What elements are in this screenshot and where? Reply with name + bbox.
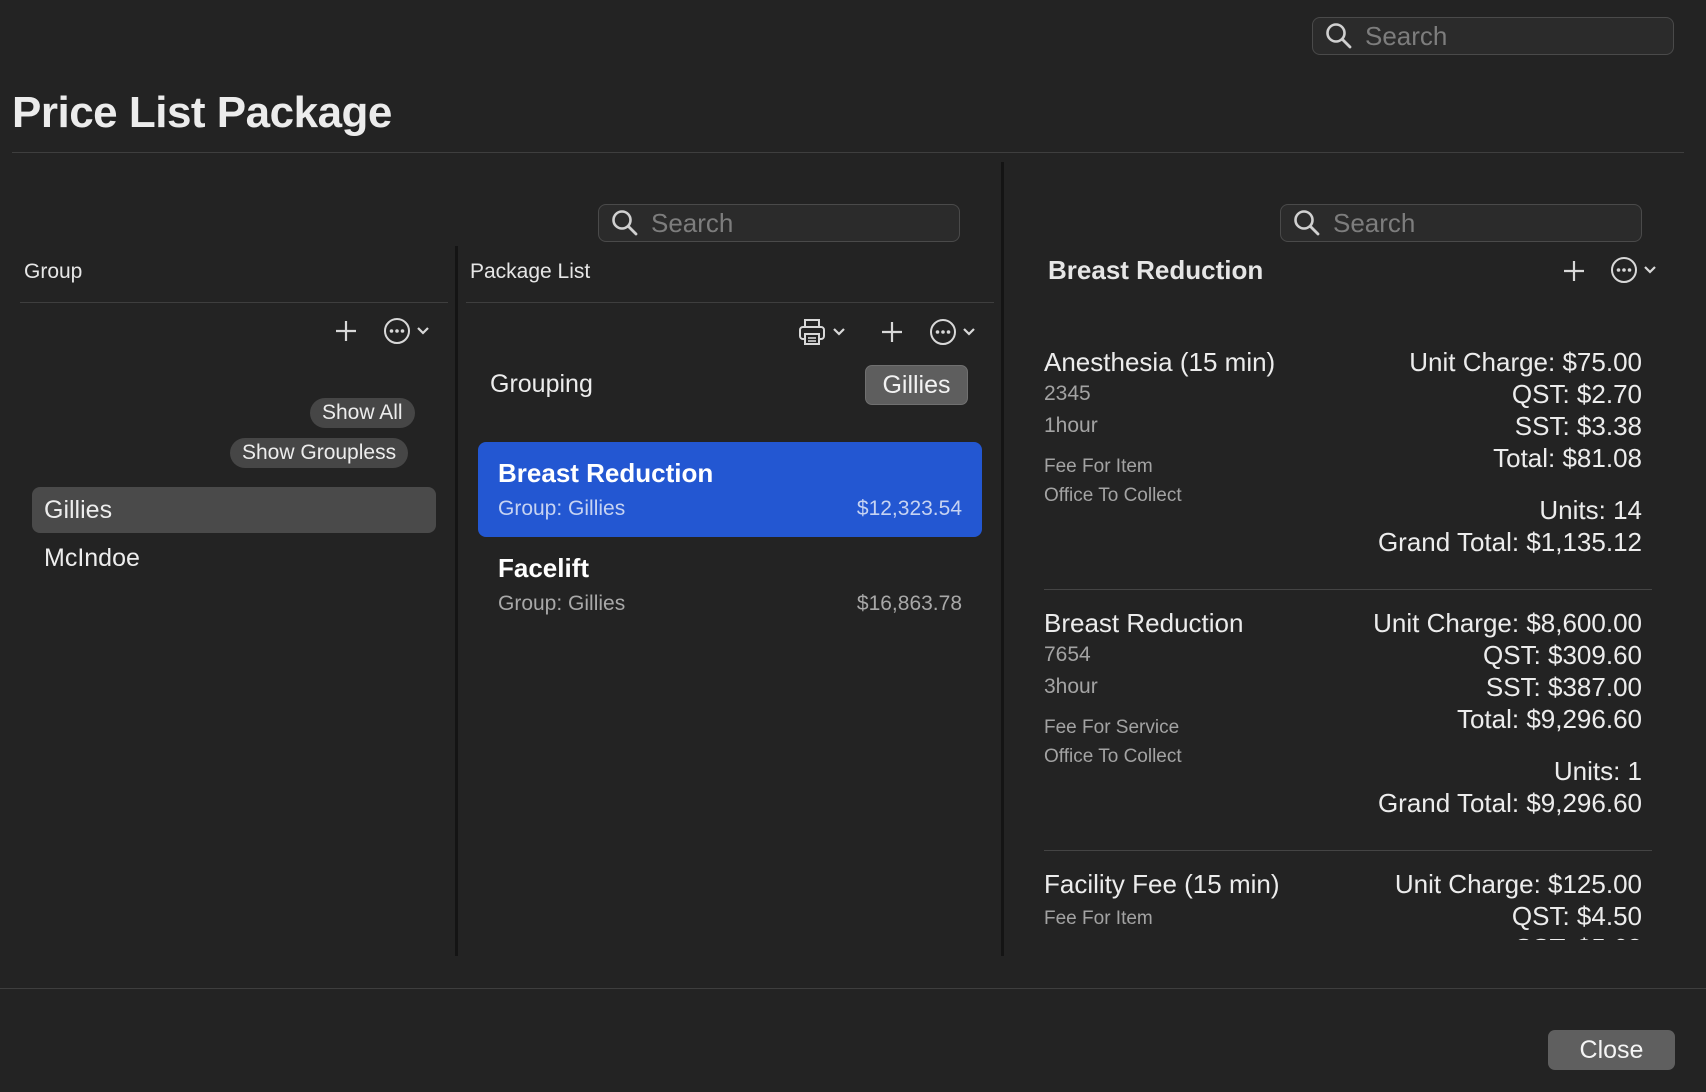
package-card-facelift[interactable]: Facelift Group: Gillies $16,863.78 [478,537,982,632]
printer-icon [799,319,825,345]
print-menu-button[interactable] [797,317,847,347]
item-sst: SST: $3.38 [1514,411,1642,441]
package-card-breast-reduction[interactable]: Breast Reduction Group: Gillies $12,323.… [478,442,982,537]
group-item-gillies[interactable]: Gillies [32,487,436,533]
package-item: Anesthesia (15 min) 2345 1hour Fee For I… [1044,346,1652,576]
show-all-button[interactable]: Show All [310,398,415,428]
item-unit-charge: Unit Charge: $75.00 [1409,347,1642,377]
item-grand-total: Grand Total: $9,296.60 [1377,788,1642,818]
item-total: Total: $81.08 [1493,443,1642,473]
package-more-menu-button[interactable] [929,318,977,346]
item-qst: QST: $2.70 [1511,379,1642,409]
detail-search-field[interactable] [1280,204,1642,242]
item-qst: QST: $4.50 [1511,901,1642,931]
group-column-separator [455,246,458,956]
close-button[interactable]: Close [1548,1030,1675,1070]
item-duration: 3hour [1044,675,1098,698]
group-more-menu-button[interactable] [383,317,431,345]
chevron-down-icon [1644,266,1656,274]
top-search-field[interactable] [1312,17,1674,55]
item-divider [1044,589,1652,590]
chevron-down-icon [417,327,429,335]
item-unit-charge: Unit Charge: $8,600.00 [1373,608,1642,638]
package-group: Group: Gillies [498,497,626,520]
item-fee-type: Fee For Item [1044,908,1153,929]
top-search-input[interactable] [1363,19,1655,53]
package-search-input[interactable] [649,206,941,240]
item-units: Units: 14 [1539,495,1642,525]
group-item-mcindoe[interactable]: McIndoe [32,535,436,581]
package-item: Breast Reduction 7654 3hour Fee For Serv… [1044,607,1652,837]
plus-icon [1564,261,1584,281]
add-package-button[interactable] [880,320,904,344]
item-collector: Office To Collect [1044,485,1182,506]
package-search-field[interactable] [598,204,960,242]
grouping-value-button[interactable]: Gillies [865,365,968,405]
detail-column-separator [1001,162,1004,956]
item-duration: 1hour [1044,414,1098,437]
item-total: Total: $9,296.60 [1456,704,1642,734]
item-code: 7654 [1044,643,1091,666]
plus-icon [882,322,902,342]
detail-more-menu-button[interactable] [1610,256,1658,284]
group-column-header: Group [24,260,83,283]
title-divider [12,152,1684,153]
grouping-label: Grouping [490,370,593,398]
package-name: Breast Reduction [498,458,714,488]
item-sst: SST: $387.00 [1485,672,1642,702]
ellipsis-circle-icon [1611,257,1637,283]
item-fee-type: Fee For Service [1044,717,1180,738]
show-groupless-button[interactable]: Show Groupless [230,438,409,468]
add-item-button[interactable] [1562,259,1586,283]
group-header-divider [20,302,448,303]
item-collector: Office To Collect [1044,746,1182,767]
ellipsis-circle-icon [930,319,956,345]
page-title: Price List Package [12,88,392,137]
item-qst: QST: $309.60 [1483,640,1642,670]
package-price: $12,323.54 [856,497,962,520]
detail-title: Breast Reduction [1048,255,1264,285]
package-group: Group: Gillies [498,592,626,615]
package-header-divider [466,302,994,303]
search-icon [1326,23,1352,49]
item-name: Breast Reduction [1044,608,1244,638]
search-icon [612,210,638,236]
chevron-down-icon [963,328,975,336]
add-group-button[interactable] [334,319,358,343]
detail-search-input[interactable] [1331,206,1623,240]
item-sst: SST: $5.63 [1395,932,1642,940]
package-items-list[interactable]: Anesthesia (15 min) 2345 1hour Fee For I… [1040,330,1660,940]
package-price: $16,863.78 [856,592,962,615]
item-divider [1044,850,1652,851]
item-code: 2345 [1044,382,1091,405]
item-unit-charge: Unit Charge: $125.00 [1394,869,1642,899]
package-name: Facelift [498,553,590,583]
ellipsis-circle-icon [384,318,410,344]
plus-icon [336,321,356,341]
footer-divider [0,988,1706,989]
search-icon [1294,210,1320,236]
chevron-down-icon [833,328,845,336]
item-fee-type: Fee For Item [1044,456,1153,477]
item-grand-total: Grand Total: $1,135.12 [1377,527,1642,557]
package-item: Facility Fee (15 min) Fee For Item Unit … [1044,868,1652,940]
package-column-header: Package List [470,260,591,283]
item-name: Anesthesia (15 min) [1044,347,1276,377]
item-name: Facility Fee (15 min) [1044,869,1280,899]
item-units: Units: 1 [1553,756,1642,786]
